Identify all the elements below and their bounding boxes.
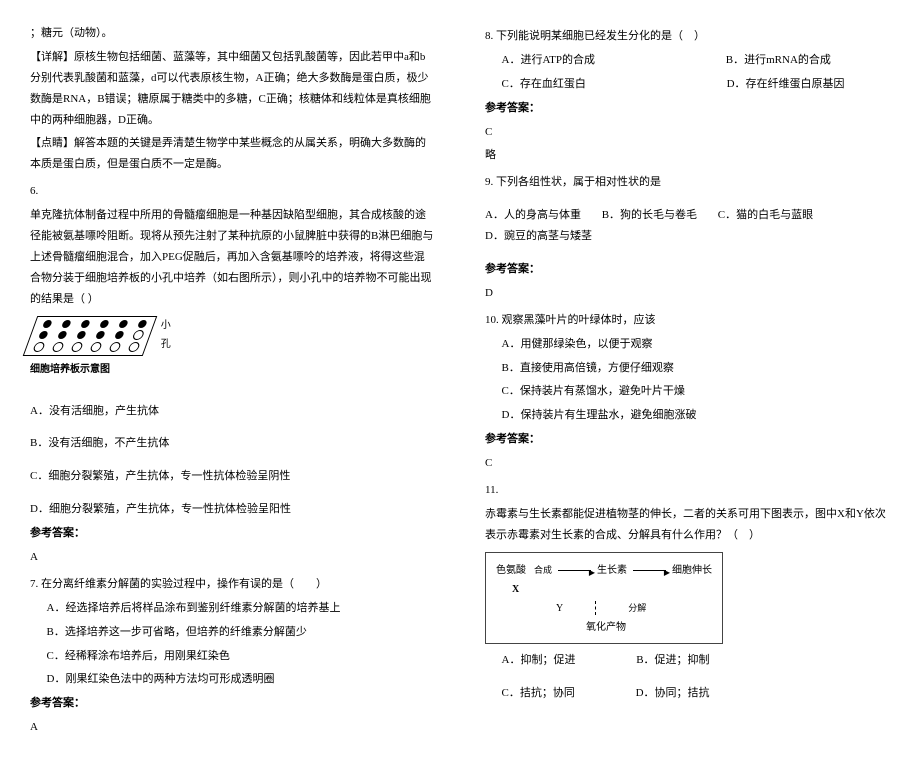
flow-x-label: X (512, 580, 519, 599)
gibberellin-flow-diagram: 色氨酸 合成 生长素 细胞伸长 X Y 分解 氧化产物 (485, 552, 723, 644)
dashed-line-icon (595, 601, 596, 615)
flow-synthesis-label: 合成 (532, 562, 554, 579)
q7-option-a: A．经选择培养后将样品涂布到鉴别纤维素分解菌的培养基上 (30, 598, 435, 619)
q8-answer: C (485, 122, 890, 143)
q10-option-c: C．保持装片有蒸馏水，避免叶片干燥 (485, 381, 890, 402)
q8-answer-label: 参考答案： (485, 98, 890, 119)
q6-option-c: C．细胞分裂繁殖，产生抗体，专一性抗体检验呈阴性 (30, 466, 435, 487)
q7-option-b: B．选择培养这一步可省略，但培养的纤维素分解菌少 (30, 622, 435, 643)
flow-y-label: Y (554, 599, 565, 618)
q10-option-a: A．用健那绿染色，以便于观察 (485, 334, 890, 355)
right-column: 8. 下列能说明某细胞已经发生分化的是（ ） A．进行ATP的合成 B．进行mR… (485, 20, 890, 741)
q8-option-d: D．存在纤维蛋白原基因 (727, 74, 845, 95)
q6-option-a: A．没有活细胞，产生抗体 (30, 401, 435, 422)
q10-answer: C (485, 453, 890, 474)
question-6-body: 单克隆抗体制备过程中所用的骨髓瘤细胞是一种基因缺陷型细胞，其合成核酸的途径能被氨… (30, 205, 435, 309)
q11-option-c: C．拮抗；协同 (502, 683, 575, 704)
detail-text: 【详解】原核生物包括细菌、蓝藻等，其中细菌又包括乳酸菌等，因此若甲中a和b分别代… (30, 47, 435, 131)
q9-option-d: D．豌豆的高茎与矮茎 (485, 226, 592, 247)
q11-option-a: A．抑制；促进 (502, 650, 576, 671)
point-text: 【点睛】解答本题的关键是弄清楚生物学中某些概念的从属关系，明确大多数酶的本质是蛋… (30, 133, 435, 175)
q11-option-b: B．促进；抑制 (636, 650, 709, 671)
q10-answer-label: 参考答案： (485, 429, 890, 450)
arrow-icon (558, 570, 591, 571)
q9-option-b: B．狗的长毛与卷毛 (602, 205, 697, 226)
culture-plate-diagram: 小孔 细胞培养板示意图 (30, 316, 180, 386)
q8-note: 略 (485, 145, 890, 166)
q8-option-c: C．存在血红蛋白 (502, 74, 586, 95)
q7-option-d: D．刚果红染色法中的两种方法均可形成透明圈 (30, 669, 435, 690)
q7-answer: A (30, 717, 435, 738)
q6-answer: A (30, 547, 435, 568)
q7-answer-label: 参考答案： (30, 693, 435, 714)
q9-option-a: A．人的身高与体重 (485, 205, 581, 226)
arrow-icon (633, 570, 666, 571)
question-6-number: 6. (30, 181, 435, 202)
q6-option-b: B．没有活细胞，不产生抗体 (30, 433, 435, 454)
question-11-body: 赤霉素与生长素都能促进植物茎的伸长，二者的关系可用下图表示，图中X和Y依次表示赤… (485, 504, 890, 546)
question-7: 7. 在分离纤维素分解菌的实验过程中，操作有误的是（ ） (30, 574, 435, 595)
question-11-number: 11. (485, 480, 890, 501)
q10-option-b: B．直接使用高倍镜，方便仔细观察 (485, 358, 890, 379)
q8-option-a: A．进行ATP的合成 (502, 50, 596, 71)
q9-answer: D (485, 283, 890, 304)
flow-oxidation-product: 氧化产物 (584, 618, 628, 637)
culture-plate-side-label: 小孔 (161, 316, 180, 354)
q11-option-d: D．协同；拮抗 (636, 683, 710, 704)
q9-answer-label: 参考答案： (485, 259, 890, 280)
question-8: 8. 下列能说明某细胞已经发生分化的是（ ） (485, 26, 890, 47)
question-9: 9. 下列各组性状，属于相对性状的是 (485, 172, 890, 193)
flow-tryptophan: 色氨酸 (494, 561, 528, 580)
flow-cell-elongation: 细胞伸长 (670, 561, 714, 580)
q9-option-c: C．猫的白毛与蓝眼 (718, 205, 813, 226)
culture-plate-caption: 细胞培养板示意图 (30, 360, 180, 379)
q8-option-b: B．进行mRNA的合成 (726, 50, 831, 71)
question-10: 10. 观察黑藻叶片的叶绿体时，应该 (485, 310, 890, 331)
flow-auxin: 生长素 (595, 561, 629, 580)
q6-answer-label: 参考答案： (30, 523, 435, 544)
q7-option-c: C．经稀释涂布培养后，用刚果红染色 (30, 646, 435, 667)
q10-option-d: D．保持装片有生理盐水，避免细胞涨破 (485, 405, 890, 426)
q6-option-d: D．细胞分裂繁殖，产生抗体，专一性抗体检验呈阳性 (30, 499, 435, 520)
left-column: ；糖元（动物）。 【详解】原核生物包括细菌、蓝藻等，其中细菌又包括乳酸菌等，因此… (30, 20, 435, 741)
frag-text: ；糖元（动物）。 (30, 23, 435, 44)
flow-decompose-label: 分解 (626, 600, 648, 617)
